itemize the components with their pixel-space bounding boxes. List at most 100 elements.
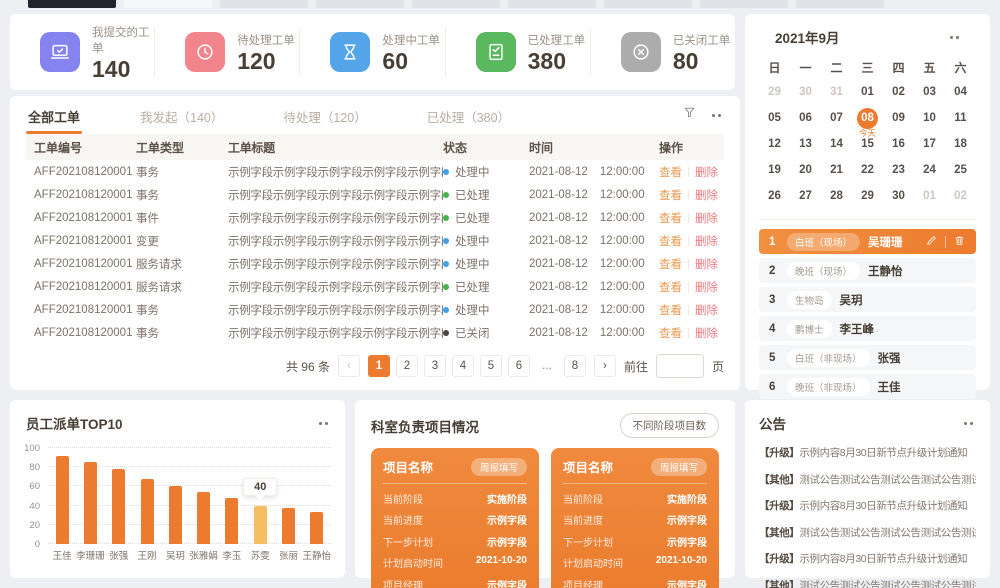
more-icon[interactable]	[947, 33, 962, 42]
view-link[interactable]: 查看	[659, 325, 682, 341]
more-icon[interactable]	[961, 419, 976, 428]
weekly-report-button[interactable]: 周报填写	[471, 458, 527, 476]
view-link[interactable]: 查看	[659, 256, 682, 272]
prev-page-button[interactable]: ‹	[338, 355, 360, 377]
page-button[interactable]: 2	[396, 355, 418, 377]
filter-icon[interactable]	[682, 105, 697, 125]
bar[interactable]	[197, 492, 210, 544]
view-link[interactable]: 查看	[659, 279, 682, 295]
calendar-day[interactable]: 31	[821, 79, 852, 105]
calendar-day[interactable]: 11	[945, 105, 976, 131]
calendar-day[interactable]: 01	[914, 183, 945, 209]
calendar-day[interactable]: 25	[945, 157, 976, 183]
schedule-item[interactable]: 1白班（现场）吴珊珊	[759, 229, 976, 254]
view-link[interactable]: 查看	[659, 187, 682, 203]
calendar-day[interactable]: 19	[759, 157, 790, 183]
schedule-item[interactable]: 4鹏博士李王峰	[759, 316, 976, 341]
more-icon[interactable]	[316, 419, 331, 428]
page-button[interactable]: 6	[508, 355, 530, 377]
announcement-item[interactable]: 【升级】示例内容8月30日新节点升级计划通知	[759, 445, 976, 460]
calendar-day[interactable]: 05	[759, 105, 790, 131]
bar[interactable]	[56, 456, 69, 544]
announcement-item[interactable]: 【升级】示例内容8月30日新节点升级计划通知	[759, 498, 976, 513]
calendar-day[interactable]: 14	[821, 131, 852, 157]
bar[interactable]	[254, 506, 267, 544]
calendar-day[interactable]: 09	[883, 105, 914, 131]
workorder-tab[interactable]: 已处理（380）	[425, 97, 512, 134]
browser-tab[interactable]	[796, 0, 884, 8]
browser-tab[interactable]	[316, 0, 404, 8]
stage-count-button[interactable]: 不同阶段项目数	[620, 413, 720, 438]
announcement-item[interactable]: 【其他】测试公告测试公告测试公告测试公告测试公告	[759, 578, 976, 588]
calendar-day[interactable]: 08今天	[852, 105, 883, 131]
workorder-tab[interactable]: 待处理（120）	[281, 97, 368, 134]
calendar-day[interactable]: 22	[852, 157, 883, 183]
calendar-day[interactable]: 10	[914, 105, 945, 131]
browser-tab[interactable]	[412, 0, 500, 8]
delete-link[interactable]: 删除	[695, 187, 718, 203]
browser-tab[interactable]	[124, 0, 212, 8]
project-card[interactable]: 项目名称周报填写当前阶段实施阶段当前进度示例字段下一步计划示例字段计划启动时间2…	[551, 448, 719, 588]
calendar-day[interactable]: 26	[759, 183, 790, 209]
calendar-day[interactable]: 18	[945, 131, 976, 157]
calendar-day[interactable]: 30	[883, 183, 914, 209]
calendar-day[interactable]: 07	[821, 105, 852, 131]
page-button[interactable]: 3	[424, 355, 446, 377]
page-button[interactable]: 1	[368, 355, 390, 377]
bar[interactable]	[84, 462, 97, 544]
announcement-item[interactable]: 【其他】测试公告测试公告测试公告测试公告测试公告	[759, 472, 976, 487]
bar[interactable]	[169, 486, 182, 544]
calendar-day[interactable]: 30	[790, 79, 821, 105]
workorder-tab[interactable]: 我发起（140）	[138, 97, 225, 134]
calendar-day[interactable]: 23	[883, 157, 914, 183]
page-jump-input[interactable]	[656, 354, 704, 378]
view-link[interactable]: 查看	[659, 164, 682, 180]
calendar-day[interactable]: 03	[914, 79, 945, 105]
calendar-day[interactable]: 04	[945, 79, 976, 105]
calendar-day[interactable]: 27	[790, 183, 821, 209]
calendar-day[interactable]: 02	[883, 79, 914, 105]
announcement-item[interactable]: 【其他】测试公告测试公告测试公告测试公告测试公告	[759, 525, 976, 540]
view-link[interactable]: 查看	[659, 210, 682, 226]
bar[interactable]	[112, 469, 125, 544]
calendar-day[interactable]: 28	[821, 183, 852, 209]
calendar-day[interactable]: 21	[821, 157, 852, 183]
more-icon[interactable]	[709, 111, 724, 120]
schedule-item[interactable]: 6晚班（非现场）王佳	[759, 374, 976, 399]
calendar-day[interactable]: 13	[790, 131, 821, 157]
page-button[interactable]: 5	[480, 355, 502, 377]
delete-link[interactable]: 删除	[695, 302, 718, 318]
announcement-item[interactable]: 【升级】示例内容8月30日新节点升级计划通知	[759, 551, 976, 566]
calendar-day[interactable]: 24	[914, 157, 945, 183]
calendar-day[interactable]: 29	[759, 79, 790, 105]
browser-tab[interactable]	[220, 0, 308, 8]
schedule-item[interactable]: 2晚班（现场）王静怡	[759, 258, 976, 283]
calendar-day[interactable]: 17	[914, 131, 945, 157]
delete-link[interactable]: 删除	[695, 256, 718, 272]
view-link[interactable]: 查看	[659, 302, 682, 318]
schedule-item[interactable]: 5白班（非现场）张强	[759, 345, 976, 370]
trash-icon[interactable]	[953, 234, 966, 250]
page-ellipsis[interactable]: ...	[536, 355, 558, 377]
workorder-tab[interactable]: 全部工单	[26, 97, 82, 134]
calendar-day[interactable]: 12	[759, 131, 790, 157]
browser-tab[interactable]	[700, 0, 788, 8]
bar[interactable]	[141, 479, 154, 544]
view-link[interactable]: 查看	[659, 233, 682, 249]
page-button[interactable]: 8	[564, 355, 586, 377]
delete-link[interactable]: 删除	[695, 325, 718, 341]
browser-tab[interactable]	[508, 0, 596, 8]
bar[interactable]	[225, 498, 238, 544]
schedule-item[interactable]: 3生物岛吴玥	[759, 287, 976, 312]
calendar-day[interactable]: 06	[790, 105, 821, 131]
calendar-day[interactable]: 20	[790, 157, 821, 183]
browser-tab[interactable]	[604, 0, 692, 8]
pencil-icon[interactable]	[925, 234, 938, 250]
calendar-day[interactable]: 16	[883, 131, 914, 157]
browser-tab[interactable]	[28, 0, 116, 8]
delete-link[interactable]: 删除	[695, 210, 718, 226]
page-button[interactable]: 4	[452, 355, 474, 377]
delete-link[interactable]: 删除	[695, 233, 718, 249]
weekly-report-button[interactable]: 周报填写	[651, 458, 707, 476]
delete-link[interactable]: 删除	[695, 164, 718, 180]
